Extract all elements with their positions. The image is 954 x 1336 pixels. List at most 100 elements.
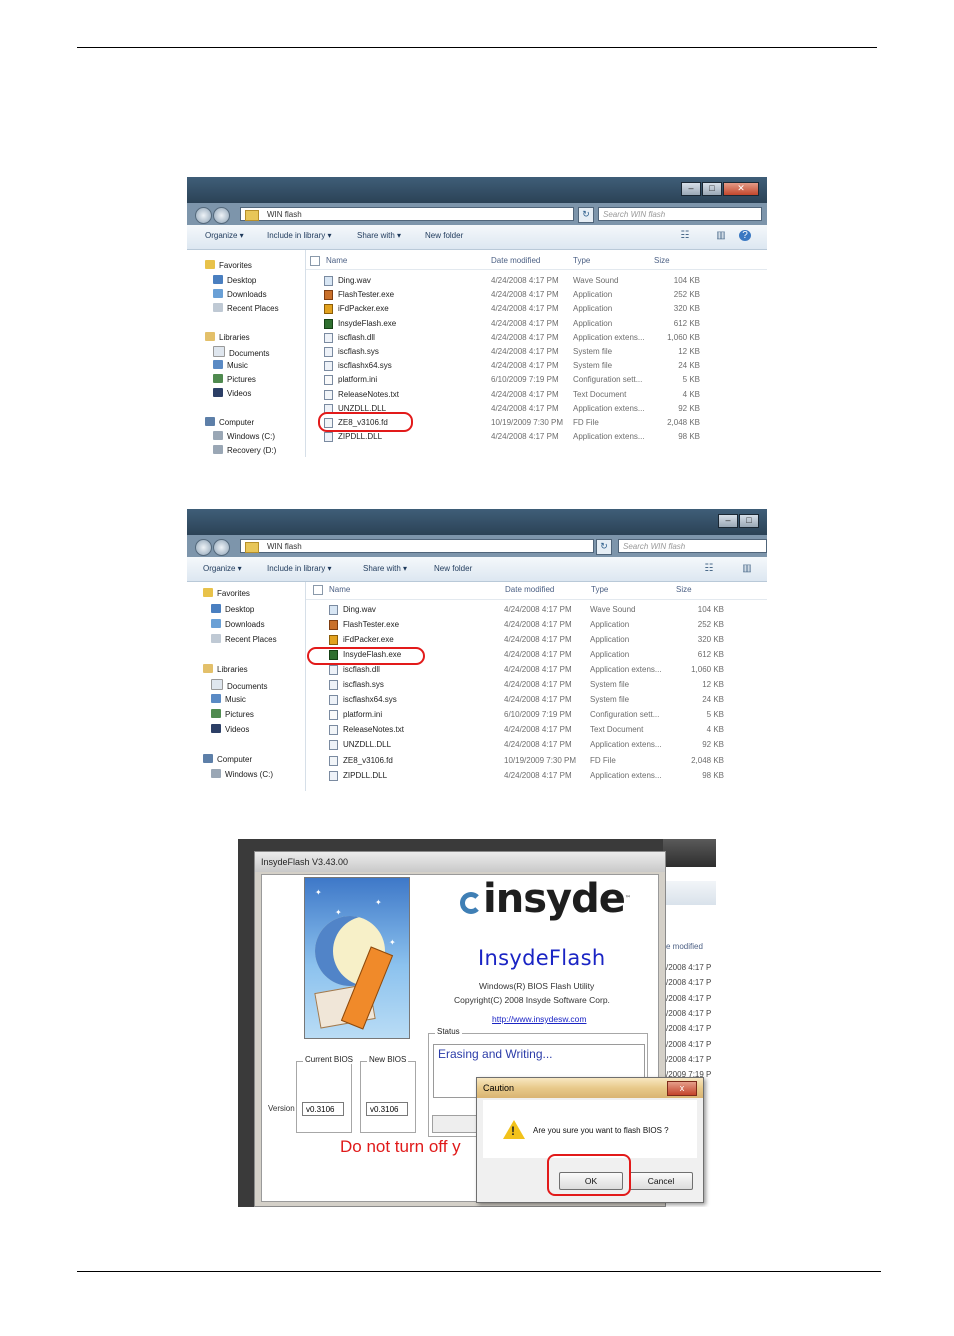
address-input[interactable]: WIN flash (240, 207, 574, 221)
search-input[interactable]: Search WIN flash (598, 207, 762, 221)
nav-pictures[interactable]: Pictures (213, 374, 256, 384)
nav-desktop[interactable]: Desktop (211, 604, 254, 614)
nav-pictures[interactable]: Pictures (211, 709, 254, 719)
nav-libraries[interactable]: Libraries (205, 332, 250, 342)
nav-recent-places[interactable]: Recent Places (211, 634, 277, 644)
website-link[interactable]: http://www.insydesw.com (492, 1014, 586, 1024)
include-in-library-button[interactable]: Include in library ▾ (267, 564, 332, 573)
file-date-modified: 4/24/2008 4:17 PM (504, 695, 572, 705)
forward-button[interactable] (213, 539, 230, 556)
column-type[interactable]: Type (591, 585, 608, 594)
minimize-button[interactable]: – (681, 182, 701, 196)
table-row[interactable]: InsydeFlash.exe 4/24/2008 4:17 PM Applicat… (322, 318, 702, 332)
footer-rule (77, 1271, 881, 1272)
file-date-modified: 6/10/2009 7:19 PM (491, 375, 559, 385)
nav-music[interactable]: Music (211, 694, 246, 704)
refresh-button[interactable]: ↻ (578, 207, 594, 223)
column-name[interactable]: Name (329, 585, 350, 594)
table-row[interactable]: platform.ini 6/10/2009 7:19 PM Configurati… (327, 710, 727, 724)
nav-libraries[interactable]: Libraries (203, 664, 248, 674)
table-row[interactable]: iscflashx64.sys 4/24/2008 4:17 PM System f… (327, 695, 727, 709)
table-row[interactable]: ZE8_v3106.fd 10/19/2009 7:30 PM FD File 2,0… (327, 755, 727, 770)
table-row[interactable]: ReleaseNotes.txt 4/24/2008 4:17 PM Text Do… (322, 389, 702, 403)
file-date-modified: 4/24/2008 4:17 PM (504, 770, 572, 780)
nav-downloads[interactable]: Downloads (211, 619, 265, 629)
preview-pane-icon[interactable]: ▥ (715, 230, 727, 241)
table-row[interactable]: ReleaseNotes.txt 4/24/2008 4:17 PM Text Do… (327, 725, 727, 739)
nav-windows-c[interactable]: Windows (C:) (213, 431, 275, 441)
table-row[interactable]: ZIPDLL.DLL 4/24/2008 4:17 PM Application e… (322, 432, 702, 445)
nav-videos[interactable]: Videos (213, 388, 251, 398)
downloads-icon (213, 289, 223, 298)
nav-documents[interactable]: Documents (213, 346, 269, 358)
file-name: Ding.wav (338, 276, 371, 285)
new-folder-button[interactable]: New folder (425, 231, 463, 240)
table-row[interactable]: FlashTester.exe 4/24/2008 4:17 PM Applicat… (322, 290, 702, 303)
nav-documents[interactable]: Documents (211, 679, 267, 691)
file-date-modified: 4/24/2008 4:17 PM (491, 347, 559, 356)
table-row[interactable]: iscflashx64.sys 4/24/2008 4:17 PM System f… (322, 361, 702, 374)
nav-desktop[interactable]: Desktop (213, 275, 256, 285)
include-in-library-button[interactable]: Include in library ▾ (267, 231, 332, 240)
nav-windows-c[interactable]: Windows (C:) (211, 769, 273, 779)
close-button[interactable]: ✕ (723, 182, 759, 196)
recent-places-icon (213, 303, 223, 312)
view-options-icon[interactable]: ☷ (679, 230, 691, 241)
select-all-checkbox[interactable] (310, 256, 320, 266)
column-date-modified[interactable]: Date modified (491, 256, 540, 265)
file-date-modified: 6/10/2009 7:19 PM (504, 710, 572, 720)
organize-button[interactable]: Organize ▾ (205, 231, 244, 240)
file-name: iscflashx64.sys (343, 695, 397, 705)
nav-favorites[interactable]: Favorites (205, 260, 252, 270)
column-size[interactable]: Size (654, 256, 670, 265)
table-row[interactable]: iscflash.sys 4/24/2008 4:17 PM System file… (322, 347, 702, 360)
file-date-modified: 4/24/2008 4:17 PM (504, 680, 572, 690)
table-row[interactable]: Ding.wav 4/24/2008 4:17 PM Wave Sound 104 K… (327, 605, 727, 619)
column-date-modified[interactable]: Date modified (505, 585, 554, 594)
address-input[interactable]: WIN flash (240, 539, 594, 553)
file-type: Application (573, 318, 613, 328)
refresh-button[interactable]: ↻ (596, 539, 612, 555)
new-folder-button[interactable]: New folder (434, 564, 472, 573)
nav-recovery-d[interactable]: Recovery (D:) (213, 445, 276, 455)
column-size[interactable]: Size (676, 585, 692, 594)
column-name[interactable]: Name (326, 256, 347, 265)
file-size: 4 KB (682, 389, 700, 399)
search-input[interactable]: Search WIN flash (618, 539, 767, 553)
table-row[interactable]: platform.ini 6/10/2009 7:19 PM Configurati… (322, 375, 702, 388)
organize-button[interactable]: Organize ▾ (203, 564, 242, 573)
maximize-button[interactable]: □ (702, 182, 722, 196)
column-type[interactable]: Type (573, 256, 590, 265)
view-options-icon[interactable]: ☷ (703, 563, 715, 574)
nav-favorites[interactable]: Favorites (203, 588, 250, 598)
forward-button[interactable] (213, 207, 230, 224)
back-button[interactable] (195, 207, 212, 224)
share-with-button[interactable]: Share with ▾ (363, 564, 407, 573)
file-date-modified: 4/24/2008 4:17 PM (504, 635, 572, 645)
column-header-row: Name Date modified Type Size (306, 582, 767, 600)
table-row[interactable]: iscflash.dll 4/24/2008 4:17 PM Application… (322, 332, 702, 346)
table-row[interactable]: FlashTester.exe 4/24/2008 4:17 PM Applicat… (327, 620, 727, 634)
table-row[interactable]: iscflash.dll 4/24/2008 4:17 PM Application… (327, 665, 727, 679)
maximize-button[interactable]: □ (739, 514, 759, 528)
table-row[interactable]: iFdPacker.exe 4/24/2008 4:17 PM Applicatio… (322, 304, 702, 317)
nav-videos[interactable]: Videos (211, 724, 249, 734)
help-icon[interactable]: ? (739, 230, 751, 241)
share-with-button[interactable]: Share with ▾ (357, 231, 401, 240)
back-button[interactable] (195, 539, 212, 556)
nav-computer[interactable]: Computer (203, 754, 252, 764)
nav-computer[interactable]: Computer (205, 417, 254, 427)
table-row[interactable]: Ding.wav 4/24/2008 4:17 PM Wave Sound 104 K… (322, 276, 702, 289)
minimize-button[interactable]: – (718, 514, 738, 528)
nav-recent-places[interactable]: Recent Places (213, 303, 279, 313)
nav-downloads[interactable]: Downloads (213, 289, 267, 299)
preview-pane-icon[interactable]: ▥ (741, 563, 753, 574)
cancel-button[interactable]: Cancel (629, 1172, 693, 1190)
table-row[interactable]: ZIPDLL.DLL 4/24/2008 4:17 PM Application e… (327, 770, 727, 785)
file-name: iscflashx64.sys (338, 361, 392, 371)
table-row[interactable]: UNZDLL.DLL 4/24/2008 4:17 PM Application e… (327, 740, 727, 754)
select-all-checkbox[interactable] (313, 585, 323, 595)
caution-close-button[interactable]: x (667, 1081, 697, 1096)
table-row[interactable]: iscflash.sys 4/24/2008 4:17 PM System file… (327, 680, 727, 694)
nav-music[interactable]: Music (213, 360, 248, 370)
